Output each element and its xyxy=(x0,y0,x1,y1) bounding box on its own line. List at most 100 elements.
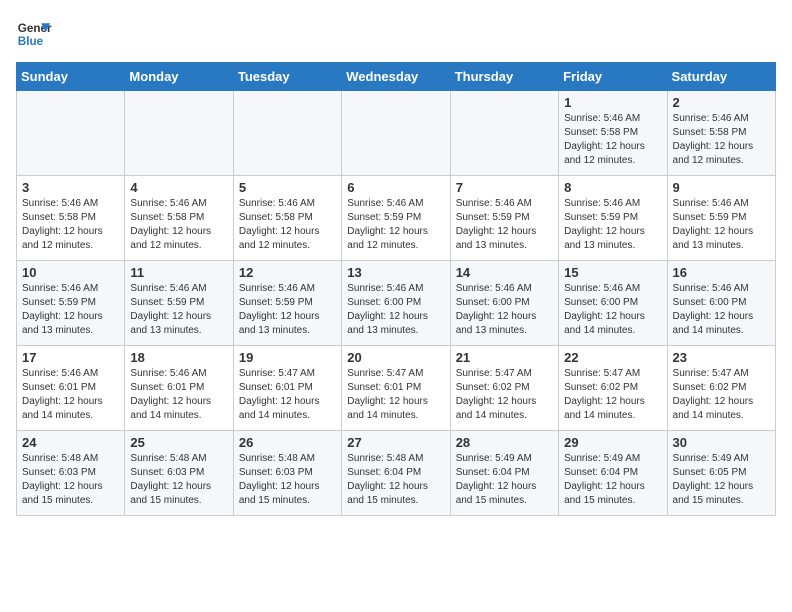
day-info: Sunrise: 5:49 AM Sunset: 6:04 PM Dayligh… xyxy=(456,452,553,508)
logo: General Blue xyxy=(16,16,52,52)
day-info: Sunrise: 5:48 AM Sunset: 6:03 PM Dayligh… xyxy=(22,452,119,508)
week-row-4: 17Sunrise: 5:46 AM Sunset: 6:01 PM Dayli… xyxy=(17,346,776,431)
day-cell xyxy=(233,91,341,176)
day-cell: 26Sunrise: 5:48 AM Sunset: 6:03 PM Dayli… xyxy=(233,431,341,516)
day-header-saturday: Saturday xyxy=(667,63,775,91)
day-info: Sunrise: 5:46 AM Sunset: 6:00 PM Dayligh… xyxy=(564,282,661,338)
day-cell: 13 Sunrise: 5:46 AM Sunset: 6:00 PM Dayli… xyxy=(342,261,450,346)
day-info: Sunrise: 5:46 AM Sunset: 5:58 PM Dayligh… xyxy=(564,112,661,168)
day-number: 15 xyxy=(564,265,661,280)
day-cell: 11 Sunrise: 5:46 AM Sunset: 5:59 PM Dayli… xyxy=(125,261,233,346)
day-number: 20 xyxy=(347,350,444,365)
day-cell: 17Sunrise: 5:46 AM Sunset: 6:01 PM Dayli… xyxy=(17,346,125,431)
day-cell: 6 Sunrise: 5:46 AM Sunset: 5:59 PM Daylig… xyxy=(342,176,450,261)
day-cell: 22 Sunrise: 5:47 AM Sunset: 6:02 PM Dayli… xyxy=(559,346,667,431)
day-cell: 9Sunrise: 5:46 AM Sunset: 5:59 PM Daylig… xyxy=(667,176,775,261)
day-number: 7 xyxy=(456,180,553,195)
day-info: Sunrise: 5:46 AM Sunset: 5:59 PM Dayligh… xyxy=(239,282,336,338)
day-info: Sunrise: 5:46 AM Sunset: 5:58 PM Dayligh… xyxy=(673,112,770,168)
day-cell: 1 Sunrise: 5:46 AM Sunset: 5:58 PM Daylig… xyxy=(559,91,667,176)
day-info: Sunrise: 5:49 AM Sunset: 6:04 PM Dayligh… xyxy=(564,452,661,508)
day-header-sunday: Sunday xyxy=(17,63,125,91)
day-header-monday: Monday xyxy=(125,63,233,91)
day-header-wednesday: Wednesday xyxy=(342,63,450,91)
header-row: SundayMondayTuesdayWednesdayThursdayFrid… xyxy=(17,63,776,91)
day-info: Sunrise: 5:46 AM Sunset: 6:01 PM Dayligh… xyxy=(130,367,227,423)
day-info: Sunrise: 5:46 AM Sunset: 5:59 PM Dayligh… xyxy=(130,282,227,338)
day-info: Sunrise: 5:47 AM Sunset: 6:01 PM Dayligh… xyxy=(347,367,444,423)
day-number: 12 xyxy=(239,265,336,280)
day-cell: 2 Sunrise: 5:46 AM Sunset: 5:58 PM Daylig… xyxy=(667,91,775,176)
day-number: 11 xyxy=(130,265,227,280)
day-number: 23 xyxy=(673,350,770,365)
day-number: 1 xyxy=(564,95,661,110)
day-number: 28 xyxy=(456,435,553,450)
day-info: Sunrise: 5:46 AM Sunset: 6:00 PM Dayligh… xyxy=(347,282,444,338)
day-cell: 30 Sunrise: 5:49 AM Sunset: 6:05 PM Dayli… xyxy=(667,431,775,516)
day-number: 4 xyxy=(130,180,227,195)
day-number: 10 xyxy=(22,265,119,280)
week-row-3: 10 Sunrise: 5:46 AM Sunset: 5:59 PM Dayli… xyxy=(17,261,776,346)
day-number: 8 xyxy=(564,180,661,195)
day-info: Sunrise: 5:46 AM Sunset: 6:00 PM Dayligh… xyxy=(673,282,770,338)
day-cell: 8 Sunrise: 5:46 AM Sunset: 5:59 PM Daylig… xyxy=(559,176,667,261)
day-cell: 20 Sunrise: 5:47 AM Sunset: 6:01 PM Dayli… xyxy=(342,346,450,431)
day-info: Sunrise: 5:47 AM Sunset: 6:02 PM Dayligh… xyxy=(456,367,553,423)
day-cell xyxy=(450,91,558,176)
day-cell: 4 Sunrise: 5:46 AM Sunset: 5:58 PM Daylig… xyxy=(125,176,233,261)
day-info: Sunrise: 5:48 AM Sunset: 6:04 PM Dayligh… xyxy=(347,452,444,508)
week-row-2: 3 Sunrise: 5:46 AM Sunset: 5:58 PM Daylig… xyxy=(17,176,776,261)
header: General Blue xyxy=(16,16,776,52)
day-cell: 24 Sunrise: 5:48 AM Sunset: 6:03 PM Dayli… xyxy=(17,431,125,516)
day-header-thursday: Thursday xyxy=(450,63,558,91)
day-cell: 19Sunrise: 5:47 AM Sunset: 6:01 PM Dayli… xyxy=(233,346,341,431)
day-info: Sunrise: 5:49 AM Sunset: 6:05 PM Dayligh… xyxy=(673,452,770,508)
day-info: Sunrise: 5:46 AM Sunset: 5:59 PM Dayligh… xyxy=(564,197,661,253)
day-number: 5 xyxy=(239,180,336,195)
day-cell: 16Sunrise: 5:46 AM Sunset: 6:00 PM Dayli… xyxy=(667,261,775,346)
day-number: 22 xyxy=(564,350,661,365)
day-info: Sunrise: 5:47 AM Sunset: 6:02 PM Dayligh… xyxy=(564,367,661,423)
day-number: 26 xyxy=(239,435,336,450)
week-row-1: 1 Sunrise: 5:46 AM Sunset: 5:58 PM Daylig… xyxy=(17,91,776,176)
day-cell: 14 Sunrise: 5:46 AM Sunset: 6:00 PM Dayli… xyxy=(450,261,558,346)
calendar-table: SundayMondayTuesdayWednesdayThursdayFrid… xyxy=(16,62,776,516)
day-cell: 29 Sunrise: 5:49 AM Sunset: 6:04 PM Dayli… xyxy=(559,431,667,516)
day-info: Sunrise: 5:46 AM Sunset: 5:59 PM Dayligh… xyxy=(673,197,770,253)
logo-icon: General Blue xyxy=(16,16,52,52)
day-cell: 5Sunrise: 5:46 AM Sunset: 5:58 PM Daylig… xyxy=(233,176,341,261)
day-number: 30 xyxy=(673,435,770,450)
svg-text:Blue: Blue xyxy=(18,35,44,48)
day-cell: 15 Sunrise: 5:46 AM Sunset: 6:00 PM Dayli… xyxy=(559,261,667,346)
day-info: Sunrise: 5:46 AM Sunset: 5:59 PM Dayligh… xyxy=(22,282,119,338)
day-info: Sunrise: 5:46 AM Sunset: 6:00 PM Dayligh… xyxy=(456,282,553,338)
day-info: Sunrise: 5:48 AM Sunset: 6:03 PM Dayligh… xyxy=(130,452,227,508)
day-cell: 28 Sunrise: 5:49 AM Sunset: 6:04 PM Dayli… xyxy=(450,431,558,516)
day-cell xyxy=(342,91,450,176)
day-header-tuesday: Tuesday xyxy=(233,63,341,91)
day-cell: 10 Sunrise: 5:46 AM Sunset: 5:59 PM Dayli… xyxy=(17,261,125,346)
day-cell xyxy=(17,91,125,176)
day-cell: 3 Sunrise: 5:46 AM Sunset: 5:58 PM Daylig… xyxy=(17,176,125,261)
day-number: 3 xyxy=(22,180,119,195)
day-header-friday: Friday xyxy=(559,63,667,91)
day-number: 6 xyxy=(347,180,444,195)
week-row-5: 24 Sunrise: 5:48 AM Sunset: 6:03 PM Dayli… xyxy=(17,431,776,516)
day-info: Sunrise: 5:46 AM Sunset: 5:59 PM Dayligh… xyxy=(347,197,444,253)
day-info: Sunrise: 5:46 AM Sunset: 6:01 PM Dayligh… xyxy=(22,367,119,423)
day-cell: 12 Sunrise: 5:46 AM Sunset: 5:59 PM Dayli… xyxy=(233,261,341,346)
day-number: 24 xyxy=(22,435,119,450)
day-number: 13 xyxy=(347,265,444,280)
day-number: 27 xyxy=(347,435,444,450)
day-number: 2 xyxy=(673,95,770,110)
day-info: Sunrise: 5:46 AM Sunset: 5:58 PM Dayligh… xyxy=(22,197,119,253)
day-info: Sunrise: 5:46 AM Sunset: 5:59 PM Dayligh… xyxy=(456,197,553,253)
day-cell: 7 Sunrise: 5:46 AM Sunset: 5:59 PM Daylig… xyxy=(450,176,558,261)
day-info: Sunrise: 5:46 AM Sunset: 5:58 PM Dayligh… xyxy=(130,197,227,253)
day-info: Sunrise: 5:47 AM Sunset: 6:02 PM Dayligh… xyxy=(673,367,770,423)
day-number: 29 xyxy=(564,435,661,450)
day-number: 14 xyxy=(456,265,553,280)
day-cell: 18Sunrise: 5:46 AM Sunset: 6:01 PM Dayli… xyxy=(125,346,233,431)
day-cell: 21Sunrise: 5:47 AM Sunset: 6:02 PM Dayli… xyxy=(450,346,558,431)
day-number: 19 xyxy=(239,350,336,365)
